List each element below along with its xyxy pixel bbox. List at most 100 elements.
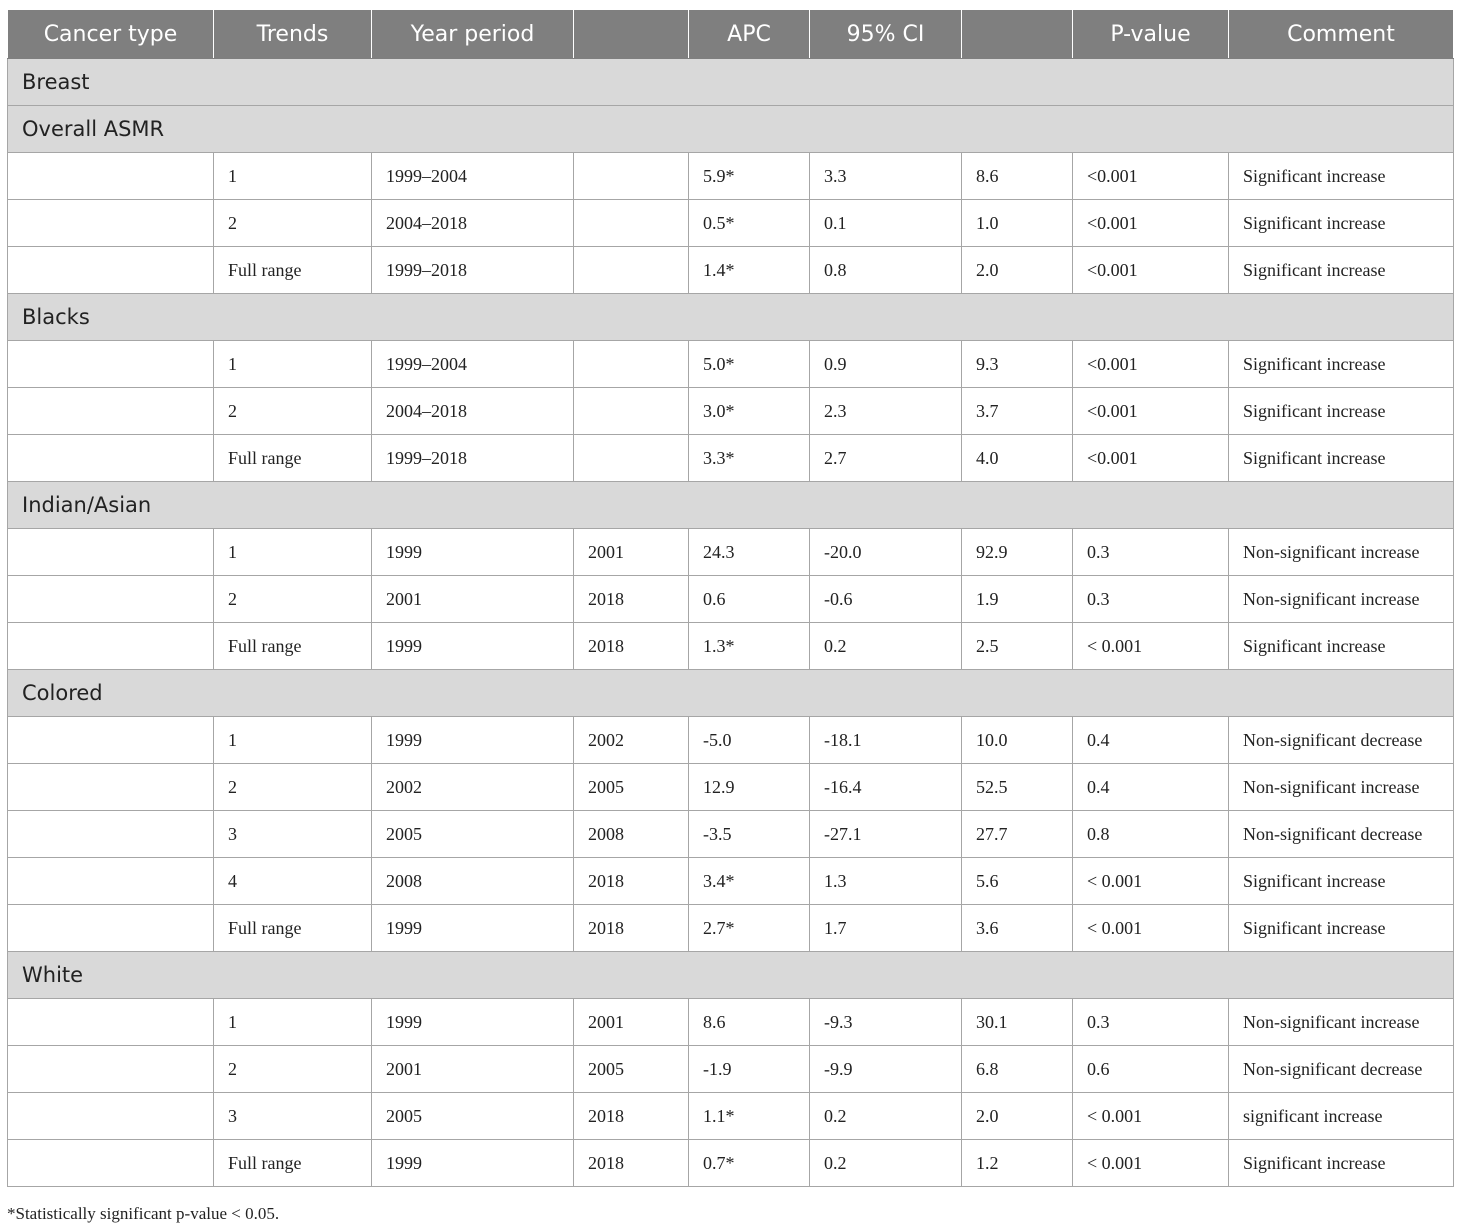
table-cell <box>7 622 214 670</box>
table-cell: 0.8 <box>1072 810 1229 858</box>
table-cell: 2.7 <box>809 434 962 482</box>
table-cell: -9.3 <box>809 998 962 1046</box>
table-cell: 3.3 <box>809 152 962 200</box>
table-cell <box>7 857 214 905</box>
table-cell: 0.9 <box>809 340 962 388</box>
table-cell: 0.2 <box>809 1139 962 1187</box>
table-cell: 2.5 <box>961 622 1073 670</box>
group-label: White <box>7 951 1454 999</box>
table-row: Full range 1999–2018 3.3* 2.7 4.0 <0.001 Signi… <box>7 434 1454 482</box>
table-cell: 2 <box>213 763 372 811</box>
table-row: 2 2004–2018 0.5* 0.1 1.0 <0.001 Significant in… <box>7 199 1454 247</box>
table-cell: 2 <box>213 1045 372 1093</box>
table-cell: <0.001 <box>1072 152 1229 200</box>
table-cell: <0.001 <box>1072 340 1229 388</box>
table-cell <box>7 528 214 576</box>
table-cell: Significant increase <box>1228 434 1454 482</box>
table-cell: 1999 <box>371 528 574 576</box>
table-row: Full range 1999–2018 1.4* 0.8 2.0 <0.001 Signi… <box>7 246 1454 294</box>
table-cell: 2018 <box>573 857 689 905</box>
table-row: 1 1999 2001 24.3 -20.0 92.9 0.3 Non-significant… <box>7 528 1454 576</box>
table-cell: 1999 <box>371 904 574 952</box>
table-cell: -1.9 <box>688 1045 810 1093</box>
table-cell: 0.3 <box>1072 998 1229 1046</box>
table-row: Full range 1999 2018 2.7* 1.7 3.6 < 0.001 Signi… <box>7 904 1454 952</box>
table-cell: 1999 <box>371 998 574 1046</box>
table-cell: 1.0 <box>961 199 1073 247</box>
table-cell: 1.1* <box>688 1092 810 1140</box>
table-cell: 27.7 <box>961 810 1073 858</box>
table-cell <box>573 340 689 388</box>
table-cell <box>7 340 214 388</box>
group-row: Indian/Asian <box>7 481 1454 529</box>
group-label: Blacks <box>7 293 1454 341</box>
table-cell: 2001 <box>371 1045 574 1093</box>
table-cell: 2018 <box>573 904 689 952</box>
table-cell: 1.3* <box>688 622 810 670</box>
table-cell: 1.7 <box>809 904 962 952</box>
table-cell: Full range <box>213 904 372 952</box>
column-header: 95% CI <box>809 9 962 59</box>
table-cell: 2005 <box>573 763 689 811</box>
table-cell: Full range <box>213 622 372 670</box>
table-row: 2 2004–2018 3.0* 2.3 3.7 <0.001 Significant in… <box>7 387 1454 435</box>
table-cell: Non-significant increase <box>1228 528 1454 576</box>
table-cell <box>7 763 214 811</box>
table-cell <box>7 199 214 247</box>
table-cell: 1999–2018 <box>371 246 574 294</box>
table-cell: Significant increase <box>1228 340 1454 388</box>
table-cell: 2004–2018 <box>371 387 574 435</box>
table-cell: -27.1 <box>809 810 962 858</box>
table-cell: 2018 <box>573 622 689 670</box>
table-row: 4 2008 2018 3.4* 1.3 5.6 < 0.001 Significant in… <box>7 857 1454 905</box>
table-row: Full range 1999 2018 0.7* 0.2 1.2 < 0.001 Signi… <box>7 1139 1454 1187</box>
table-cell: 0.4 <box>1072 716 1229 764</box>
table-cell: 0.3 <box>1072 575 1229 623</box>
table-cell: 2008 <box>371 857 574 905</box>
table-cell: Full range <box>213 246 372 294</box>
table-cell: 3 <box>213 1092 372 1140</box>
table-cell <box>7 434 214 482</box>
table-row: 1 1999–2004 5.0* 0.9 9.3 <0.001 Significant in… <box>7 340 1454 388</box>
table-cell: <0.001 <box>1072 387 1229 435</box>
table-cell: 3.3* <box>688 434 810 482</box>
table-cell: 2018 <box>573 575 689 623</box>
table-cell: Non-significant decrease <box>1228 716 1454 764</box>
group-label: Indian/Asian <box>7 481 1454 529</box>
group-row: Overall ASMR <box>7 105 1454 153</box>
column-header: Comment <box>1228 9 1454 59</box>
table-cell <box>7 716 214 764</box>
table-cell: -20.0 <box>809 528 962 576</box>
table-row: Full range 1999 2018 1.3* 0.2 2.5 < 0.001 Signi… <box>7 622 1454 670</box>
table-cell: 1 <box>213 152 372 200</box>
table-cell: 52.5 <box>961 763 1073 811</box>
table-cell: 3.0* <box>688 387 810 435</box>
column-header: Year period <box>371 9 574 59</box>
table-row: 3 2005 2018 1.1* 0.2 2.0 < 0.001 significant in… <box>7 1092 1454 1140</box>
table-cell: < 0.001 <box>1072 622 1229 670</box>
table-cell: Significant increase <box>1228 1139 1454 1187</box>
table-cell <box>7 575 214 623</box>
table-cell: 1999 <box>371 1139 574 1187</box>
table-cell: 1999–2004 <box>371 340 574 388</box>
table-cell: -9.9 <box>809 1045 962 1093</box>
table-cell: 2002 <box>573 716 689 764</box>
table-cell <box>7 246 214 294</box>
table-cell: < 0.001 <box>1072 857 1229 905</box>
table-cell <box>573 387 689 435</box>
table-cell: Full range <box>213 1139 372 1187</box>
table-cell: 2.0 <box>961 246 1073 294</box>
table-cell: 2.0 <box>961 1092 1073 1140</box>
table-row: 2 2002 2005 12.9 -16.4 52.5 0.4 Non-significant… <box>7 763 1454 811</box>
table-cell: 2.7* <box>688 904 810 952</box>
table-cell: 8.6 <box>688 998 810 1046</box>
table-cell: -3.5 <box>688 810 810 858</box>
table-cell: < 0.001 <box>1072 1092 1229 1140</box>
table-cell: 1999–2004 <box>371 152 574 200</box>
table-cell <box>7 1139 214 1187</box>
trend-table: Cancer type Trends Year period APC 95% CI P-v… <box>7 9 1454 1187</box>
table-cell: 24.3 <box>688 528 810 576</box>
table-cell: 5.6 <box>961 857 1073 905</box>
table-cell: 9.3 <box>961 340 1073 388</box>
table-row: 2 2001 2005 -1.9 -9.9 6.8 0.6 Non-significant d… <box>7 1045 1454 1093</box>
